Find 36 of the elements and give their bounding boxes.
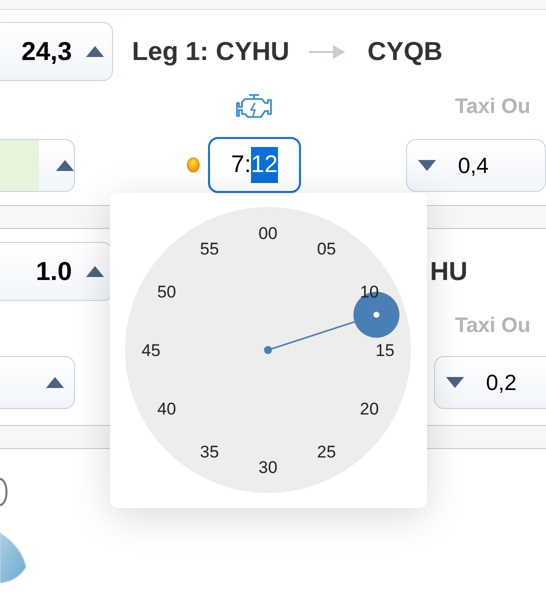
caret-down-icon[interactable] [446, 377, 464, 388]
minute-label[interactable]: 55 [200, 240, 219, 259]
taxi-out-label: Taxi Ou [455, 94, 530, 120]
taxi-out-spinner[interactable]: 0,2 [434, 356, 546, 409]
minute-label[interactable]: 35 [200, 442, 219, 462]
taxi-out-value: 0,2 [486, 369, 517, 397]
time-field[interactable]: 7:12 [208, 137, 301, 193]
distance-spinner[interactable]: 24,3 [0, 22, 113, 81]
taxi-out-spinner[interactable]: 0,4 [406, 138, 546, 192]
caret-up-icon[interactable] [46, 377, 64, 388]
minute-label[interactable]: 50 [157, 282, 176, 302]
engine-icon [236, 92, 272, 120]
caret-up-icon[interactable] [56, 160, 74, 170]
minute-label[interactable]: 45 [142, 341, 160, 360]
minute-label[interactable]: 20 [360, 400, 379, 418]
arrow-icon [309, 44, 346, 60]
caret-down-icon[interactable] [418, 160, 436, 170]
clock-face[interactable] [125, 207, 411, 493]
caret-up-icon[interactable] [86, 46, 104, 57]
taxi-out-value: 0,4 [458, 152, 489, 180]
distance-value: 1.0 [36, 255, 72, 288]
minute-label[interactable]: 40 [157, 400, 176, 418]
taxi-out-label: Taxi Ou [455, 313, 530, 340]
distance-spinner[interactable]: 1.0 [0, 242, 113, 301]
fuel-field[interactable] [0, 138, 75, 192]
sun-icon [187, 155, 200, 175]
minute-label[interactable]: 30 [258, 458, 278, 477]
route-title: HU [430, 254, 468, 288]
minute-label[interactable]: 25 [317, 442, 336, 462]
minute-label[interactable]: 15 [376, 341, 394, 360]
distance-value: 24,3 [21, 35, 72, 68]
route-title: Leg 1: CYHU [132, 35, 290, 68]
minute-label[interactable]: 05 [317, 240, 336, 259]
fuel-field[interactable] [0, 356, 75, 409]
destination-code: CYQB [367, 35, 443, 68]
minute-label[interactable]: 00 [258, 224, 278, 243]
